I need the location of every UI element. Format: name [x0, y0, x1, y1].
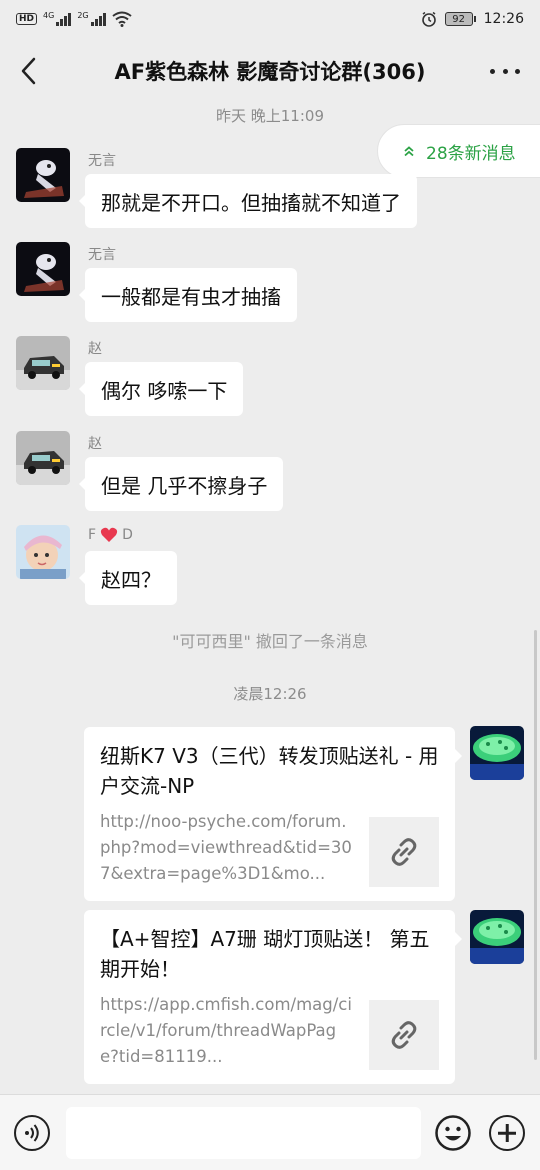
robot-figure-avatar — [16, 148, 70, 202]
avatar[interactable] — [16, 242, 70, 296]
clock: 12:26 — [483, 11, 524, 27]
link-card-title: 纽斯K7 V3（三代）转发顶贴送礼 - 用户交流-NP — [100, 744, 439, 798]
avatar[interactable] — [470, 726, 524, 780]
sender-name: 无言 — [88, 153, 116, 169]
message-bubble[interactable]: 赵四？ — [79, 551, 177, 605]
link-icon — [369, 1000, 439, 1070]
sender-name: 赵 — [88, 341, 102, 357]
scrollbar[interactable] — [534, 630, 537, 1060]
link-card-title: 【A+智控】A7珊 瑚灯顶贴送！ 第五期开始！ — [100, 927, 430, 981]
sender-name: 赵 — [88, 436, 102, 452]
hd-badge: HD — [16, 13, 38, 25]
message-bubble[interactable]: 偶尔 哆嗦一下 — [78, 362, 244, 416]
avatar[interactable] — [16, 336, 70, 390]
alarm-icon — [421, 11, 436, 27]
sender-name: F D — [88, 527, 133, 543]
message-bubble[interactable]: 那就是不开口。但抽搐就不知道了 — [79, 174, 417, 228]
heart-icon — [100, 527, 118, 542]
avatar[interactable] — [16, 148, 70, 202]
chat-header: AF紫色森林 影魔奇讨论群(306) — [0, 38, 540, 104]
message-bubble[interactable]: 但是 几乎不擦身子 — [78, 457, 284, 511]
baby-avatar — [16, 525, 70, 579]
voice-input-icon[interactable] — [14, 1115, 50, 1151]
sender-name: 无言 — [88, 247, 116, 263]
wifi-icon — [111, 11, 132, 27]
coral-avatar — [470, 726, 524, 780]
input-bar — [0, 1094, 540, 1170]
link-card[interactable]: 【A+智控】A7珊 瑚灯顶贴送！ 第五期开始！ https://app.cmfi… — [84, 910, 462, 1084]
link-card[interactable]: 纽斯K7 V3（三代）转发顶贴送礼 - 用户交流-NP http://noo-p… — [84, 727, 462, 901]
coral-avatar — [470, 910, 524, 964]
timestamp: 凌晨12:26 — [233, 685, 307, 703]
more-options-icon[interactable] — [490, 58, 520, 84]
avatar[interactable] — [16, 431, 70, 485]
chat-title: AF紫色森林 影魔奇讨论群(306) — [114, 60, 426, 84]
link-icon — [369, 817, 439, 887]
status-bar: HD 4G 2G 92 12:26 — [0, 0, 540, 38]
sender-suffix: D — [122, 527, 133, 543]
car-avatar — [16, 431, 70, 485]
add-attachment-icon[interactable] — [489, 1115, 525, 1151]
back-arrow-icon[interactable] — [16, 56, 44, 86]
timestamp: 昨天 晚上11:09 — [216, 107, 324, 125]
avatar[interactable] — [16, 525, 70, 579]
double-chevron-up-icon — [404, 146, 414, 157]
avatar[interactable] — [470, 910, 524, 964]
link-card-url: http://noo-psyche.com/forum.php?mod=view… — [100, 812, 352, 883]
sim2-label: 2G — [77, 11, 89, 20]
robot-figure-avatar — [16, 242, 70, 296]
message-bubble[interactable]: 一般都是有虫才抽搐 — [79, 268, 297, 322]
signal-icon — [56, 12, 72, 26]
emoji-icon[interactable] — [435, 1115, 471, 1151]
sender-prefix: F — [88, 527, 97, 543]
revoke-notice: "可可西里" 撤回了一条消息 — [172, 632, 368, 651]
message-input[interactable] — [66, 1107, 421, 1159]
sim1-label: 4G — [43, 11, 55, 20]
battery-icon: 92 — [444, 12, 476, 26]
link-card-url: https://app.cmfish.com/mag/circle/v1/for… — [100, 995, 352, 1066]
car-avatar — [16, 336, 70, 390]
new-messages-label: 28条新消息 — [426, 143, 516, 164]
signal-icon — [90, 12, 106, 26]
new-messages-button[interactable]: 28条新消息 — [377, 124, 540, 178]
